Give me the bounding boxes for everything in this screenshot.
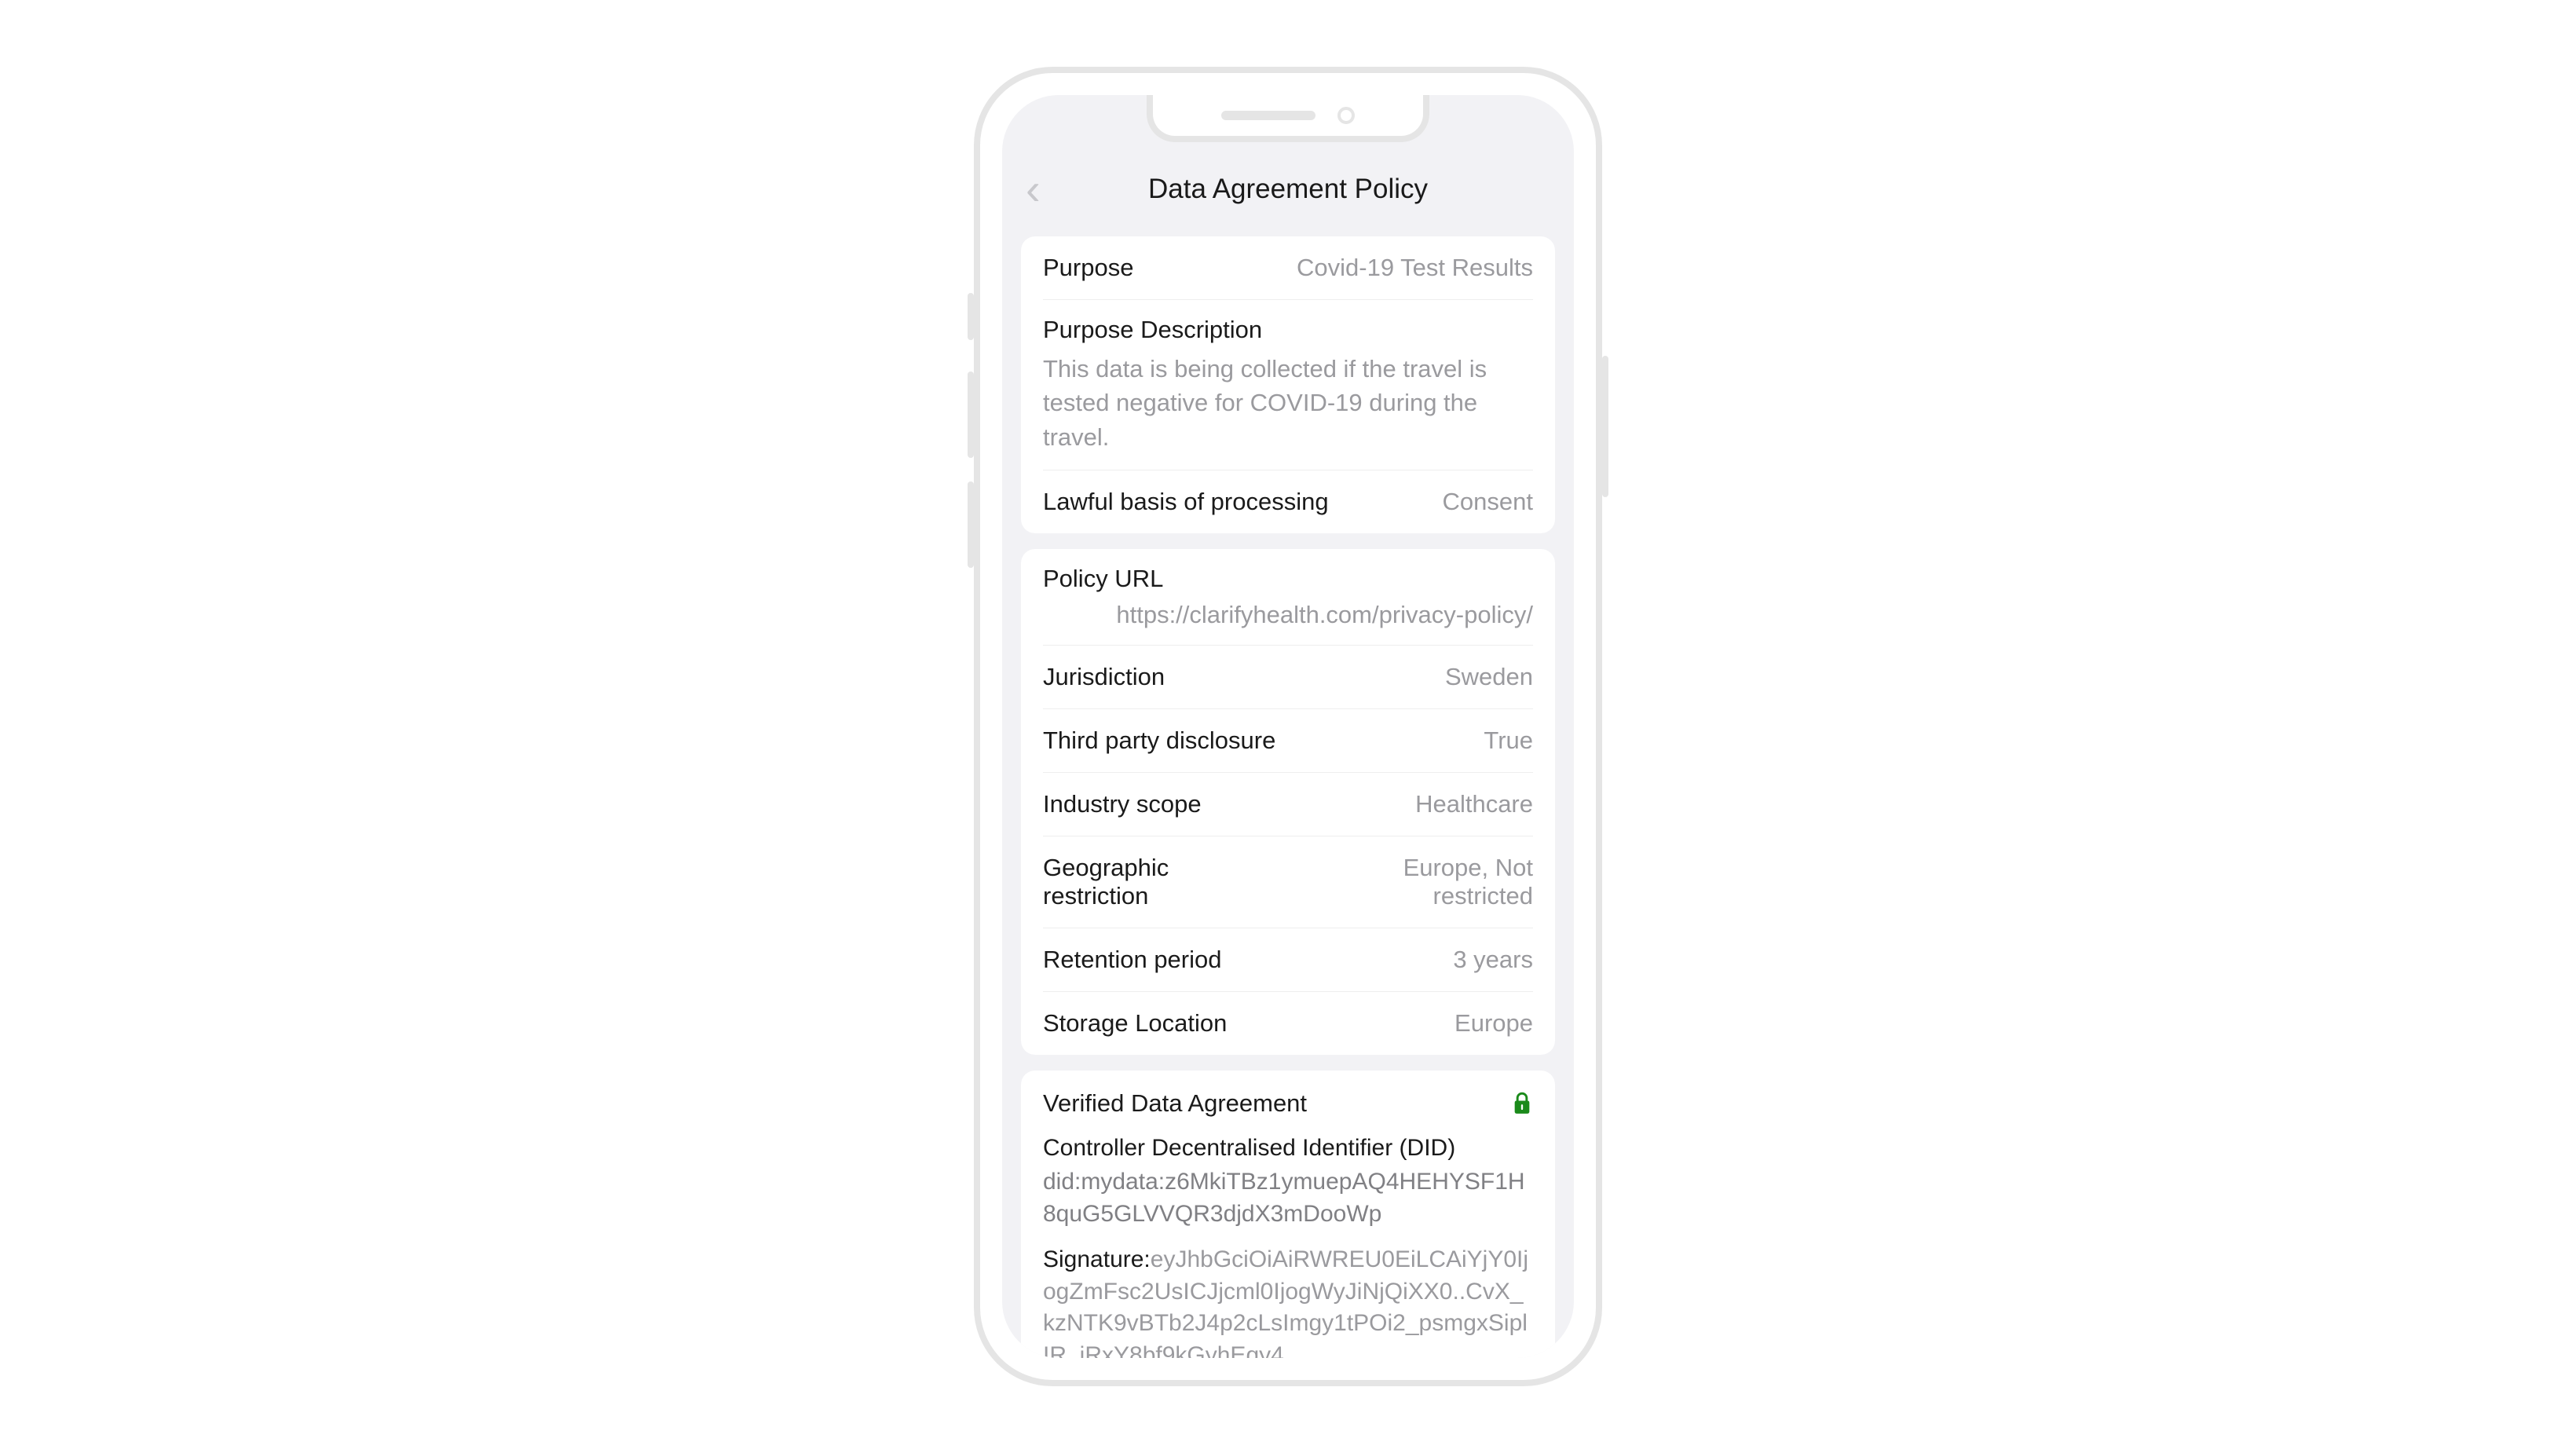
lawful-value: Consent [1443, 488, 1533, 516]
purpose-label: Purpose [1043, 254, 1133, 282]
third-party-value: True [1484, 726, 1533, 755]
notch [1147, 95, 1429, 142]
silent-switch [968, 293, 974, 340]
retention-value: 3 years [1453, 946, 1533, 974]
retention-row: Retention period 3 years [1043, 928, 1533, 992]
policy-url-row: Policy URL https://clarifyhealth.com/pri… [1043, 549, 1533, 646]
policy-url-value[interactable]: https://clarifyhealth.com/privacy-policy… [1043, 601, 1533, 629]
screen-content[interactable]: ‹ Data Agreement Policy Purpose Covid-19… [1002, 95, 1574, 1358]
side-buttons-left [968, 293, 974, 591]
controller-did-label: Controller Decentralised Identifier (DID… [1043, 1135, 1533, 1162]
verified-card: Verified Data Agreement Controller Decen… [1021, 1071, 1555, 1358]
lawful-label: Lawful basis of processing [1043, 488, 1329, 516]
front-camera [1337, 107, 1355, 124]
signature-label: Signature: [1043, 1246, 1151, 1272]
lock-icon [1511, 1090, 1533, 1117]
signature-block: Signature:eyJhbGciOiAiRWREU0EiLCAiYjY0Ij… [1043, 1241, 1533, 1358]
purpose-desc-label: Purpose Description [1043, 316, 1533, 344]
jurisdiction-label: Jurisdiction [1043, 663, 1165, 691]
controller-did-value: did:mydata:z6MkiTBz1ymuepAQ4HEHYSF1H8quG… [1043, 1166, 1533, 1230]
volume-down-button [968, 481, 974, 568]
screen: ‹ Data Agreement Policy Purpose Covid-19… [1002, 95, 1574, 1358]
purpose-description-row: Purpose Description This data is being c… [1043, 300, 1533, 470]
page-title: Data Agreement Policy [1026, 174, 1550, 205]
side-buttons-right [1602, 356, 1608, 529]
purpose-row: Purpose Covid-19 Test Results [1043, 236, 1533, 300]
lawful-basis-row: Lawful basis of processing Consent [1043, 470, 1533, 533]
controller-did-block: Controller Decentralised Identifier (DID… [1043, 1127, 1533, 1241]
geo-label: Geographic restriction [1043, 854, 1281, 910]
geographic-row: Geographic restriction Europe, Not restr… [1043, 836, 1533, 928]
jurisdiction-value: Sweden [1445, 663, 1533, 691]
storage-label: Storage Location [1043, 1009, 1227, 1038]
verified-header: Verified Data Agreement [1043, 1083, 1533, 1127]
jurisdiction-row: Jurisdiction Sweden [1043, 646, 1533, 709]
verified-title: Verified Data Agreement [1043, 1089, 1307, 1118]
purpose-value: Covid-19 Test Results [1297, 254, 1533, 282]
storage-row: Storage Location Europe [1043, 992, 1533, 1055]
industry-row: Industry scope Healthcare [1043, 773, 1533, 836]
third-party-row: Third party disclosure True [1043, 709, 1533, 773]
purpose-desc-text: This data is being collected if the trav… [1043, 352, 1533, 454]
speaker [1221, 111, 1315, 120]
policy-url-label: Policy URL [1043, 565, 1533, 593]
industry-value: Healthcare [1415, 790, 1533, 818]
third-party-label: Third party disclosure [1043, 726, 1275, 755]
header: ‹ Data Agreement Policy [1002, 158, 1574, 221]
power-button [1602, 356, 1608, 497]
policy-details-card: Policy URL https://clarifyhealth.com/pri… [1021, 549, 1555, 1055]
industry-label: Industry scope [1043, 790, 1202, 818]
back-button[interactable]: ‹ [1026, 167, 1041, 211]
storage-value: Europe [1454, 1009, 1533, 1038]
phone-frame: ‹ Data Agreement Policy Purpose Covid-19… [974, 67, 1602, 1386]
retention-label: Retention period [1043, 946, 1222, 974]
volume-up-button [968, 371, 974, 458]
geo-value: Europe, Not restricted [1297, 854, 1533, 910]
purpose-card: Purpose Covid-19 Test Results Purpose De… [1021, 236, 1555, 533]
